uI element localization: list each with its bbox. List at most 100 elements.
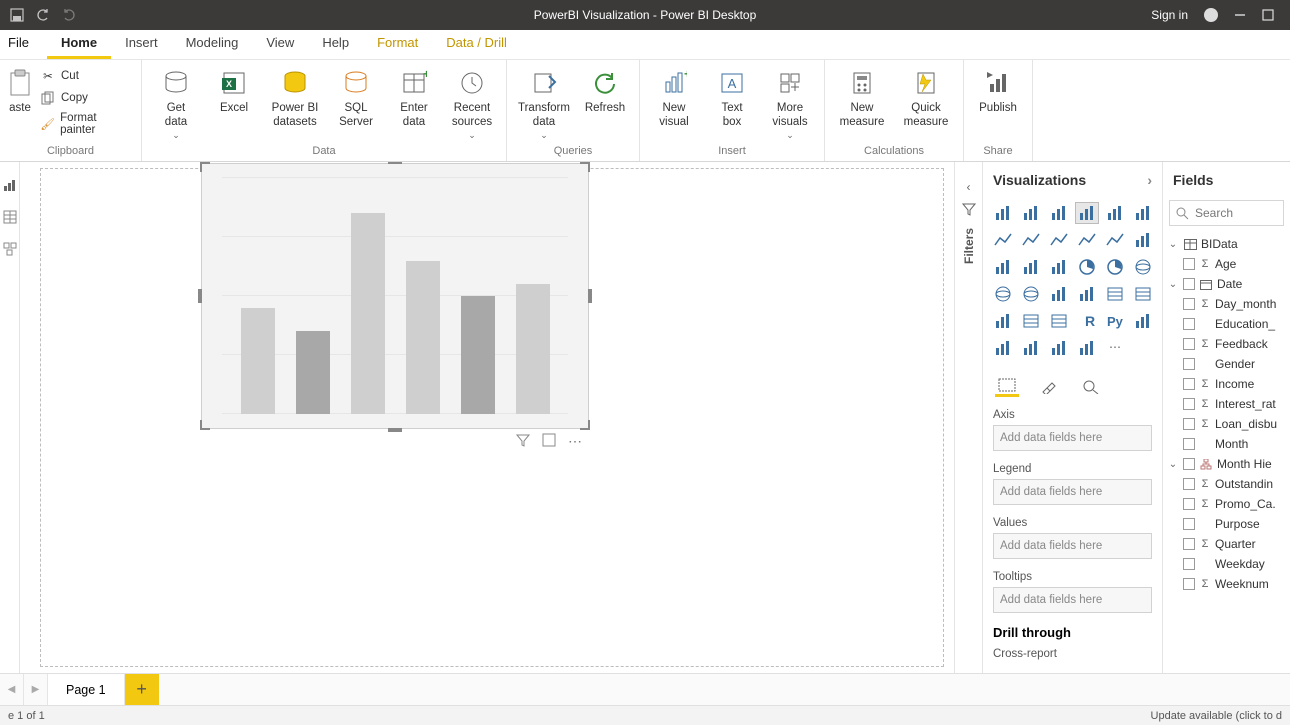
report-canvas[interactable]: ⋯ (20, 162, 954, 673)
checkbox[interactable] (1183, 438, 1195, 450)
vis-type-card[interactable] (1103, 283, 1127, 305)
vis-type-python[interactable]: Py (1103, 310, 1127, 332)
avatar-icon[interactable] (1204, 8, 1218, 22)
field-month hie[interactable]: ⌄Month Hie (1167, 454, 1290, 474)
format-tab-icon[interactable] (1037, 375, 1061, 397)
vis-type-map[interactable] (991, 283, 1015, 305)
vis-type-pie[interactable] (1075, 256, 1099, 278)
vis-type-100-bar[interactable] (1103, 202, 1127, 224)
vis-type-scatter[interactable] (1047, 256, 1071, 278)
status-update[interactable]: Update available (click to d (1151, 710, 1282, 722)
vis-type-treemap[interactable] (1131, 256, 1155, 278)
add-page-button[interactable]: + (125, 674, 159, 705)
checkbox[interactable] (1183, 558, 1195, 570)
vis-type-kpi[interactable] (991, 310, 1015, 332)
tab-modeling[interactable]: Modeling (172, 29, 253, 59)
visual-filter-icon[interactable] (516, 433, 530, 450)
checkbox[interactable] (1183, 518, 1195, 530)
checkbox[interactable] (1183, 318, 1195, 330)
field-weekday[interactable]: Weekday (1167, 554, 1290, 574)
copy-button[interactable]: Copy (36, 88, 135, 108)
paste-button[interactable]: aste (6, 64, 34, 116)
model-view-icon[interactable] (3, 242, 17, 256)
field-income[interactable]: ΣIncome (1167, 374, 1290, 394)
checkbox[interactable] (1183, 578, 1195, 590)
tab-home[interactable]: Home (47, 29, 111, 59)
vis-type-100-column[interactable] (1131, 202, 1155, 224)
checkbox[interactable] (1183, 358, 1195, 370)
vis-type-line[interactable] (991, 229, 1015, 251)
field-age[interactable]: ΣAge (1167, 254, 1290, 274)
field-loan_disbu[interactable]: ΣLoan_disbu (1167, 414, 1290, 434)
field-date[interactable]: ⌄Date (1167, 274, 1290, 294)
vis-type-key-influencers[interactable] (1131, 310, 1155, 332)
vis-type-clustered-column[interactable] (1075, 202, 1099, 224)
checkbox[interactable] (1183, 498, 1195, 510)
well-legend[interactable]: Add data fields here (993, 479, 1152, 505)
vis-type-more[interactable]: ⋯ (1103, 337, 1127, 359)
field-day_month[interactable]: ΣDay_month (1167, 294, 1290, 314)
vis-type-waterfall[interactable] (991, 256, 1015, 278)
field-feedback[interactable]: ΣFeedback (1167, 334, 1290, 354)
vis-type-multi-card[interactable] (1131, 283, 1155, 305)
vis-type-gauge[interactable] (1075, 283, 1099, 305)
tab-file[interactable]: File (4, 29, 47, 59)
tab-help[interactable]: Help (308, 29, 363, 59)
field-education_[interactable]: Education_ (1167, 314, 1290, 334)
vis-type-table[interactable] (1019, 310, 1043, 332)
tab-view[interactable]: View (252, 29, 308, 59)
table-row-bidata[interactable]: ⌄ BIData (1167, 234, 1290, 254)
checkbox[interactable] (1183, 538, 1195, 550)
page-prev-icon[interactable]: ◀ (0, 674, 24, 705)
data-view-icon[interactable] (3, 210, 17, 224)
field-quarter[interactable]: ΣQuarter (1167, 534, 1290, 554)
checkbox[interactable] (1183, 278, 1195, 290)
vis-type-narrative[interactable] (1047, 337, 1071, 359)
well-axis[interactable]: Add data fields here (993, 425, 1152, 451)
vis-type-clustered-bar[interactable] (1047, 202, 1071, 224)
pbi-datasets-button[interactable]: Power BI datasets (264, 64, 326, 130)
visual-focus-icon[interactable] (542, 433, 556, 450)
new-measure-button[interactable]: New measure (831, 64, 893, 130)
tab-insert[interactable]: Insert (111, 29, 172, 59)
vis-type-decomposition[interactable] (991, 337, 1015, 359)
cut-button[interactable]: ✂Cut (36, 66, 135, 86)
format-painter-button[interactable]: 🖌Format painter (36, 110, 135, 138)
vis-type-filled-map[interactable] (1019, 283, 1043, 305)
vis-type-donut[interactable] (1103, 256, 1127, 278)
vis-type-area[interactable] (1019, 229, 1043, 251)
column-chart-visual[interactable]: ⋯ (201, 163, 589, 429)
filters-pane-collapsed[interactable]: ‹ Filters (954, 162, 982, 673)
page-tab-1[interactable]: Page 1 (48, 674, 125, 705)
vis-type-r[interactable]: R (1075, 310, 1099, 332)
vis-type-funnel[interactable] (1019, 256, 1043, 278)
transform-data-button[interactable]: Transform data⌄ (513, 64, 575, 140)
checkbox[interactable] (1183, 478, 1195, 490)
get-data-button[interactable]: Get data⌄ (148, 64, 204, 140)
vis-type-arcgis[interactable] (1047, 283, 1071, 305)
field-promo_ca.[interactable]: ΣPromo_Ca. (1167, 494, 1290, 514)
field-outstandin[interactable]: ΣOutstandin (1167, 474, 1290, 494)
visual-more-icon[interactable]: ⋯ (568, 433, 583, 450)
report-view-icon[interactable] (3, 178, 17, 192)
save-icon[interactable] (6, 4, 28, 26)
vis-type-line-column2[interactable] (1103, 229, 1127, 251)
enter-data-button[interactable]: +Enter data (386, 64, 442, 130)
redo-icon[interactable] (58, 4, 80, 26)
minimize-icon[interactable] (1234, 9, 1246, 21)
new-visual-button[interactable]: +New visual (646, 64, 702, 130)
vis-type-stacked-bar[interactable] (991, 202, 1015, 224)
field-purpose[interactable]: Purpose (1167, 514, 1290, 534)
undo-icon[interactable] (32, 4, 54, 26)
vis-type-ribbon[interactable] (1131, 229, 1155, 251)
maximize-icon[interactable] (1262, 9, 1274, 21)
field-gender[interactable]: Gender (1167, 354, 1290, 374)
checkbox[interactable] (1183, 298, 1195, 310)
vis-type-qa[interactable] (1019, 337, 1043, 359)
tab-data-drill[interactable]: Data / Drill (432, 29, 521, 59)
recent-sources-button[interactable]: Recent sources⌄ (444, 64, 500, 140)
publish-button[interactable]: Publish (970, 64, 1026, 116)
checkbox[interactable] (1183, 398, 1195, 410)
vis-type-stacked-area[interactable] (1047, 229, 1071, 251)
vis-type-line-column[interactable] (1075, 229, 1099, 251)
